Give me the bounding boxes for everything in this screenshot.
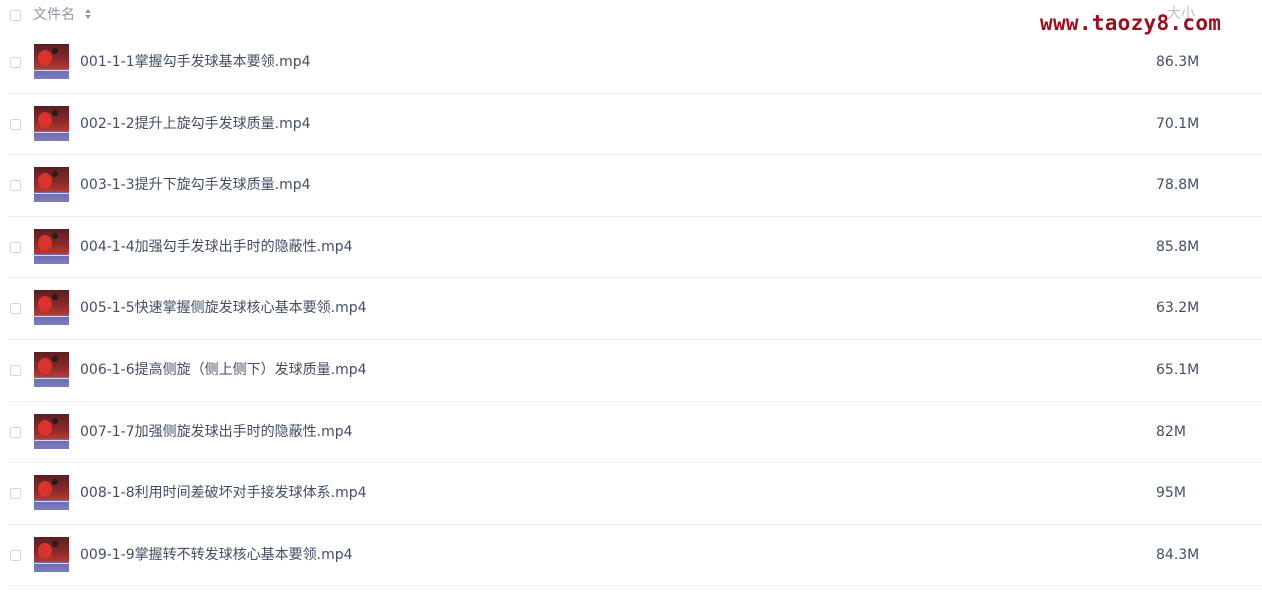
file-name[interactable]: 004-1-4加强勾手发球出手时的隐蔽性.mp4	[80, 238, 353, 256]
file-list: 001-1-1掌握勾手发球基本要领.mp4 86.3M 002-1-2提升上旋勾…	[0, 32, 1262, 587]
file-size: 65.1M	[1156, 361, 1200, 378]
file-name[interactable]: 005-1-5快速掌握侧旋发球核心基本要领.mp4	[80, 299, 367, 317]
file-row[interactable]: 002-1-2提升上旋勾手发球质量.mp4 70.1M	[8, 94, 1262, 156]
column-header-name[interactable]: 文件名	[33, 6, 75, 24]
file-row[interactable]: 007-1-7加强侧旋发球出手时的隐蔽性.mp4 82M	[8, 402, 1262, 464]
row-checkbox[interactable]	[10, 488, 21, 500]
row-checkbox[interactable]	[10, 241, 21, 253]
file-list-header: 文件名 大小 www.taozy8.com	[0, 0, 1262, 35]
file-name[interactable]: 001-1-1掌握勾手发球基本要领.mp4	[80, 53, 311, 71]
row-checkbox[interactable]	[10, 364, 21, 376]
row-checkbox[interactable]	[10, 180, 21, 192]
file-row[interactable]: 006-1-6提高侧旋（侧上侧下）发球质量.mp4 65.1M	[8, 340, 1262, 402]
video-thumbnail	[34, 105, 69, 141]
file-size: 70.1M	[1156, 115, 1200, 132]
file-size: 95M	[1156, 485, 1186, 502]
file-size: 85.8M	[1156, 238, 1200, 255]
video-thumbnail	[34, 228, 69, 264]
video-thumbnail	[34, 536, 69, 572]
video-thumbnail	[34, 351, 69, 387]
row-checkbox[interactable]	[10, 57, 21, 68]
file-name[interactable]: 002-1-2提升上旋勾手发球质量.mp4	[80, 115, 311, 133]
file-size: 78.8M	[1156, 177, 1200, 194]
file-row[interactable]: 001-1-1掌握勾手发球基本要领.mp4 86.3M	[8, 32, 1262, 94]
file-size: 84.3M	[1156, 546, 1200, 563]
file-row[interactable]: 009-1-9掌握转不转发球核心基本要领.mp4 84.3M	[8, 525, 1262, 587]
video-thumbnail	[34, 44, 69, 79]
row-checkbox[interactable]	[10, 303, 21, 315]
video-thumbnail	[34, 475, 69, 511]
file-size: 63.2M	[1156, 300, 1200, 317]
file-name[interactable]: 008-1-8利用时间差破坏对手接发球体系.mp4	[80, 484, 367, 502]
file-row[interactable]: 004-1-4加强勾手发球出手时的隐蔽性.mp4 85.8M	[8, 217, 1262, 279]
file-row[interactable]: 003-1-3提升下旋勾手发球质量.mp4 78.8M	[8, 155, 1262, 217]
file-name[interactable]: 006-1-6提高侧旋（侧上侧下）发球质量.mp4	[80, 361, 367, 379]
row-checkbox[interactable]	[10, 118, 21, 130]
file-size: 82M	[1156, 423, 1186, 440]
file-size: 86.3M	[1156, 54, 1200, 70]
video-thumbnail	[34, 413, 69, 449]
row-checkbox[interactable]	[10, 549, 21, 561]
file-row[interactable]: 008-1-8利用时间差破坏对手接发球体系.mp4 95M	[8, 463, 1262, 525]
file-name[interactable]: 007-1-7加强侧旋发球出手时的隐蔽性.mp4	[80, 423, 353, 441]
video-thumbnail	[34, 290, 69, 326]
sort-icon[interactable]	[84, 8, 92, 20]
file-name[interactable]: 009-1-9掌握转不转发球核心基本要领.mp4	[80, 546, 353, 564]
file-row[interactable]: 005-1-5快速掌握侧旋发球核心基本要领.mp4 63.2M	[8, 278, 1262, 340]
row-checkbox[interactable]	[10, 426, 21, 438]
file-name[interactable]: 003-1-3提升下旋勾手发球质量.mp4	[80, 176, 311, 194]
select-all-checkbox[interactable]	[10, 10, 21, 21]
video-thumbnail	[34, 167, 69, 203]
